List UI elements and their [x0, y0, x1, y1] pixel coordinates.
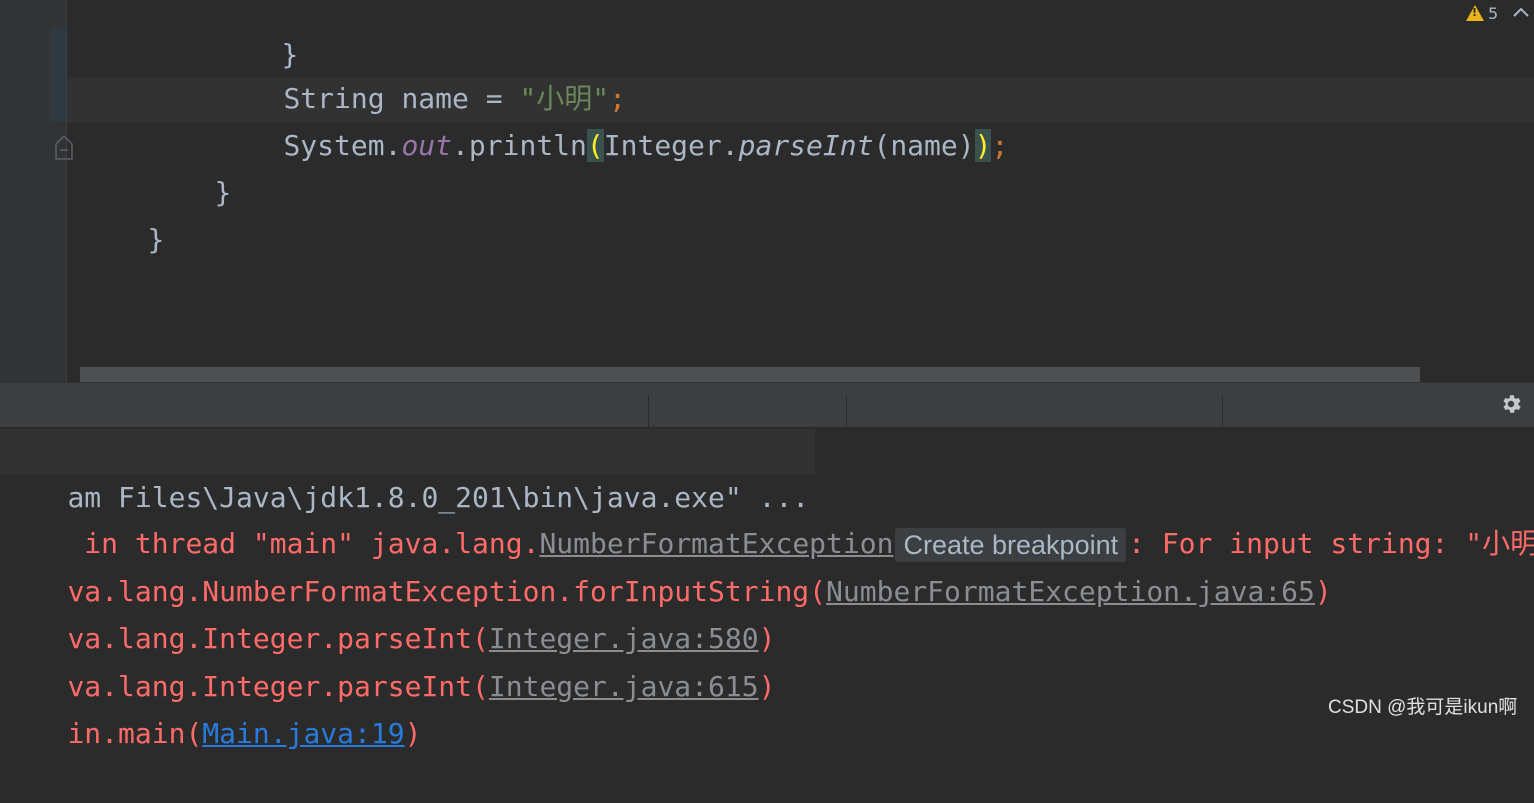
warning-icon	[1466, 5, 1484, 21]
closing-brace: }	[147, 223, 165, 256]
chevron-up-icon[interactable]	[1510, 2, 1532, 24]
closing-brace: }	[214, 176, 232, 209]
out-field: out	[401, 129, 453, 162]
exception-line: in thread "main" java.lang.NumberFormatE…	[0, 475, 1534, 562]
trace-method: in.main(	[67, 717, 203, 750]
stack-trace-line: va.lang.Integer.parseInt(Integer.java:61…	[0, 618, 775, 703]
csdn-watermark: CSDN @我可是ikun啊	[1328, 697, 1518, 718]
code-line-println: System.out.println(Integer.parseInt(name…	[216, 77, 1008, 162]
stack-trace-line: va.lang.Integer.parseInt(Integer.java:58…	[0, 570, 775, 655]
code-line-method-close: }	[147, 124, 231, 209]
system-class: System.	[283, 129, 402, 162]
console-toolbar	[0, 382, 1534, 427]
horizontal-scrollbar[interactable]	[80, 367, 1420, 382]
gutter-separator	[66, 0, 67, 382]
toolbar-divider	[846, 395, 847, 427]
close-paren-highlight: )	[974, 129, 992, 162]
stack-trace-line: va.lang.NumberFormatException.forInputSt…	[0, 523, 1331, 608]
code-editor[interactable]: } String name = "小明"; System.out.println…	[0, 0, 1534, 382]
trace-close: )	[1314, 575, 1332, 608]
trace-source-link[interactable]: Integer.java:615	[489, 670, 759, 703]
code-line-string-decl: String name = "小明";	[216, 30, 626, 115]
trace-close: )	[404, 717, 422, 750]
warnings-indicator[interactable]: 5	[1466, 2, 1498, 24]
console-output[interactable]: am Files\Java\jdk1.8.0_201\bin\java.exe"…	[0, 427, 1534, 750]
parseint-method: parseInt	[738, 129, 874, 162]
trace-source-link[interactable]: NumberFormatException.java:65	[826, 575, 1315, 608]
warning-count: 5	[1488, 3, 1499, 23]
gear-icon[interactable]	[1499, 392, 1523, 416]
semicolon: ;	[991, 129, 1009, 162]
trace-close: )	[758, 670, 776, 703]
code-line-class-close: }	[80, 171, 164, 256]
code-line-brace: }	[214, 0, 298, 71]
println-method: .println	[452, 129, 587, 162]
toolbar-divider	[1222, 395, 1223, 427]
fold-icon[interactable]	[55, 134, 73, 160]
trace-source-link-main[interactable]: Main.java:19	[202, 717, 404, 750]
change-marker[interactable]	[50, 28, 66, 122]
toolbar-divider	[648, 395, 649, 427]
integer-class: Integer.	[603, 129, 739, 162]
parseint-args: (name)	[873, 129, 975, 162]
stack-trace-line: in.main(Main.java:19)	[0, 665, 421, 750]
run-command-line: am Files\Java\jdk1.8.0_201\bin\java.exe"…	[0, 429, 816, 514]
open-paren-highlight: (	[586, 129, 604, 162]
